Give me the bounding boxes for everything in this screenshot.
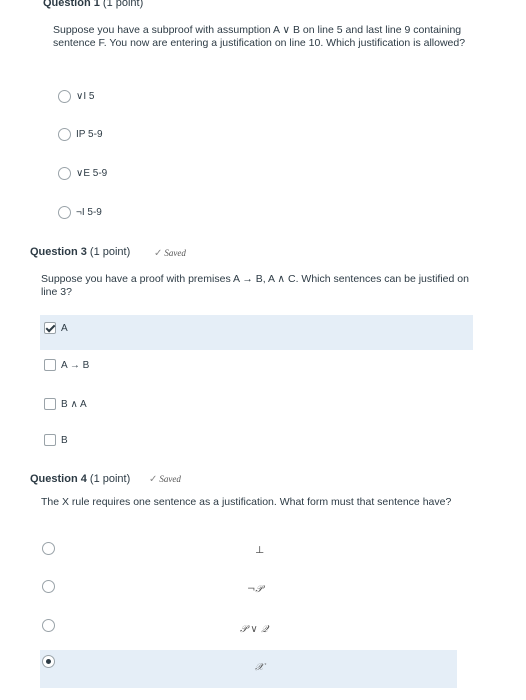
question-3-points: (1 point) bbox=[89, 246, 131, 258]
q3-option-2[interactable]: A → B bbox=[44, 359, 89, 371]
question-4-title: Question 4 (1 point) bbox=[30, 473, 130, 485]
question-3-title-text: Question 3 bbox=[30, 246, 87, 258]
q4-option-3-radio[interactable] bbox=[42, 619, 55, 632]
q1-option-4[interactable]: ¬I 5-9 bbox=[58, 206, 102, 219]
question-1-title: Question 1 (1 point) bbox=[43, 0, 143, 9]
radio-button[interactable] bbox=[58, 206, 71, 219]
checkbox[interactable] bbox=[44, 398, 56, 410]
q1-option-1-label: ∨I 5 bbox=[76, 91, 95, 102]
q3-option-1-label: A bbox=[61, 322, 68, 334]
question-1-text: Suppose you have a subproof with assumpt… bbox=[53, 24, 466, 49]
q1-option-3-label: ∨E 5-9 bbox=[76, 168, 108, 179]
radio-button[interactable] bbox=[58, 167, 71, 180]
q1-option-2[interactable]: IP 5-9 bbox=[58, 128, 103, 141]
question-3-saved-status: ✓ Saved bbox=[154, 248, 186, 259]
q3-selected-option-highlight bbox=[40, 315, 473, 350]
question-3-text: Suppose you have a proof with premises A… bbox=[41, 273, 469, 298]
q4-option-1-radio[interactable] bbox=[42, 542, 55, 555]
checkbox[interactable] bbox=[44, 359, 56, 371]
question-1-title-text: Question 1 bbox=[43, 0, 100, 9]
checkbox[interactable] bbox=[44, 434, 56, 446]
q1-option-3[interactable]: ∨E 5-9 bbox=[58, 167, 107, 180]
q4-option-2-radio[interactable] bbox=[42, 580, 55, 593]
q4-option-2-label: ¬𝒫 bbox=[247, 584, 263, 595]
question-1-points: (1 point) bbox=[102, 0, 144, 9]
q4-option-4-radio[interactable] bbox=[42, 655, 55, 668]
q3-option-3[interactable]: B ∧ A bbox=[44, 398, 87, 410]
q1-option-1[interactable]: ∨I 5 bbox=[58, 90, 94, 103]
q3-option-1[interactable]: A bbox=[44, 322, 68, 334]
question-4-saved-label: Saved bbox=[159, 474, 181, 484]
radio-button[interactable] bbox=[58, 90, 71, 103]
checkmark-icon: ✓ bbox=[154, 248, 163, 259]
q1-option-2-label: IP 5-9 bbox=[76, 129, 103, 140]
q4-selected-option-highlight bbox=[40, 650, 457, 688]
checkbox[interactable] bbox=[44, 322, 56, 334]
checkmark-icon: ✓ bbox=[149, 474, 158, 485]
q4-option-3-label: 𝒫 ∨ 𝒬 bbox=[240, 624, 269, 635]
q3-option-2-label: A → B bbox=[61, 359, 90, 371]
radio-button[interactable] bbox=[58, 128, 71, 141]
q4-option-1-label: ⊥ bbox=[255, 545, 265, 556]
question-4-saved-status: ✓ Saved bbox=[149, 474, 181, 485]
q3-option-3-label: B ∧ A bbox=[61, 398, 87, 410]
question-4-points: (1 point) bbox=[89, 473, 131, 485]
question-4-text: The X rule requires one sentence as a ju… bbox=[41, 496, 452, 508]
q4-option-4-label: 𝒳 bbox=[255, 662, 264, 673]
question-4-title-text: Question 4 bbox=[30, 473, 87, 485]
q3-option-4-label: B bbox=[61, 434, 68, 446]
question-3-title: Question 3 (1 point) bbox=[30, 246, 130, 258]
question-3-saved-label: Saved bbox=[164, 248, 186, 258]
q1-option-4-label: ¬I 5-9 bbox=[76, 207, 102, 218]
q3-option-4[interactable]: B bbox=[44, 434, 68, 446]
